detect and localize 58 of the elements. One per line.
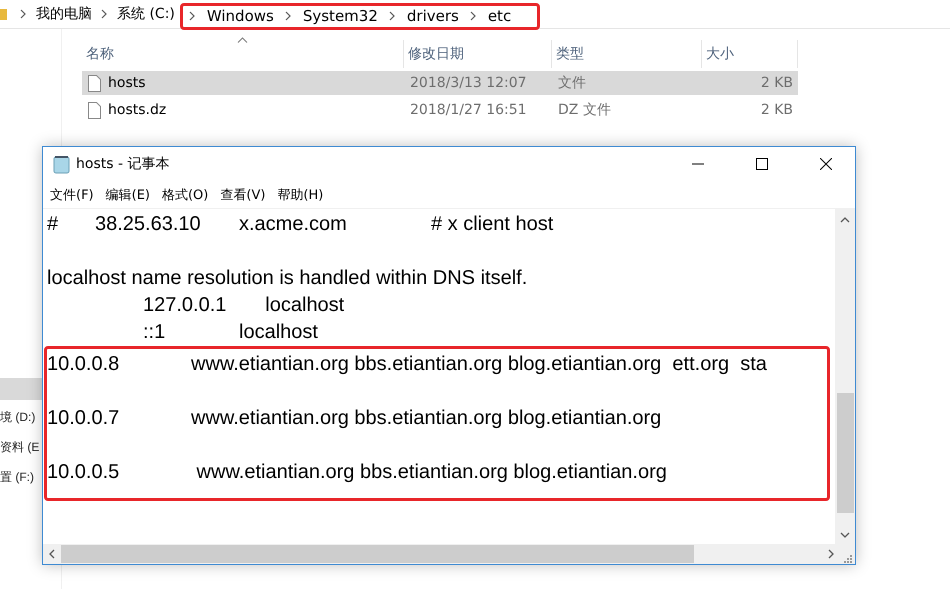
- text-line: localhost name resolution is handled within DNS itself.: [47, 266, 528, 291]
- nav-item[interactable]: [0, 378, 42, 400]
- notepad-icon: [53, 154, 70, 174]
- horizontal-scrollbar[interactable]: [43, 544, 855, 564]
- column-header[interactable]: 类型: [552, 40, 702, 68]
- folder-icon: [0, 7, 7, 21]
- scroll-down-icon: [840, 532, 850, 538]
- chevron-icon: [284, 11, 292, 21]
- table-cell-text: 2018/3/13 12:07: [409, 75, 528, 91]
- text-line: 10.0.0.8 www.etiantian.org bbs.etiantian.org blog.etiantian.org ett.org sta: [47, 352, 767, 377]
- window-title: hosts - 记事本: [76, 155, 170, 173]
- chevron-icon: [101, 9, 108, 19]
- file-icon: [88, 102, 101, 118]
- column-header[interactable]: 大小: [702, 40, 798, 68]
- nav-item[interactable]: 资料 (E: [0, 432, 40, 462]
- breadcrumb-item[interactable]: etc: [488, 7, 512, 25]
- maximize-icon: [756, 158, 768, 170]
- scroll-right-icon: [828, 549, 834, 559]
- nav-item[interactable]: 置 (F:): [0, 462, 34, 492]
- text-line: 127.0.0.1 localhost: [142, 293, 344, 318]
- scroll-up-icon: [840, 217, 850, 223]
- breadcrumb-item[interactable]: drivers: [406, 7, 459, 25]
- nav-item[interactable]: 境 (D:): [0, 402, 36, 432]
- menu-item[interactable]: 格式(O): [162, 186, 208, 204]
- file-icon: [88, 74, 101, 92]
- breadcrumb-item[interactable]: System32: [302, 7, 378, 25]
- chevron-icon: [188, 11, 196, 21]
- file-row[interactable]: hosts.dz 2018/1/27 16:51 DZ 文件 2 KB: [82, 98, 798, 122]
- table-cell-text: 2 KB: [760, 75, 794, 91]
- sort-caret-icon: [236, 37, 248, 43]
- text-line: 10.0.0.5 www.etiantian.org bbs.etiantian.org blog.etiantian.org: [47, 460, 667, 485]
- breadcrumb-item[interactable]: Windows: [206, 7, 274, 25]
- table-cell-text: DZ 文件: [557, 101, 612, 119]
- text-line: # 38.25.63.10 x.acme.com # x client host: [47, 212, 554, 237]
- close-icon: [820, 158, 832, 170]
- chevron-icon: [388, 11, 396, 21]
- resize-grip-icon: [842, 553, 852, 563]
- file-row[interactable]: hosts 2018/3/13 12:07 文件 2 KB: [82, 71, 798, 95]
- file-name: hosts.dz: [108, 102, 166, 118]
- table-cell-text: 2 KB: [760, 102, 794, 118]
- menu-item[interactable]: 查看(V): [220, 186, 266, 204]
- table-cell-text: 2018/1/27 16:51: [409, 102, 528, 118]
- breadcrumb-item[interactable]: 我的电脑: [36, 5, 92, 23]
- scroll-left-icon: [49, 549, 55, 559]
- text-line: ::1 localhost: [142, 320, 318, 345]
- menu-item[interactable]: 编辑(E): [106, 186, 150, 204]
- breadcrumb-item[interactable]: 系统 (C:): [117, 5, 175, 23]
- menu-item[interactable]: 文件(F): [50, 186, 94, 204]
- chevron-icon: [20, 9, 27, 19]
- vertical-scrollbar[interactable]: [835, 209, 855, 544]
- menu-item[interactable]: 帮助(H): [277, 186, 324, 204]
- table-cell-text: 文件: [557, 74, 587, 92]
- column-header[interactable]: 修改日期: [404, 40, 552, 68]
- file-name: hosts: [108, 75, 146, 91]
- minimize-icon: [692, 163, 704, 165]
- text-line: 10.0.0.7 www.etiantian.org bbs.etiantian.org blog.etiantian.org: [47, 406, 662, 431]
- column-header[interactable]: 名称: [82, 40, 404, 68]
- chevron-icon: [470, 11, 477, 21]
